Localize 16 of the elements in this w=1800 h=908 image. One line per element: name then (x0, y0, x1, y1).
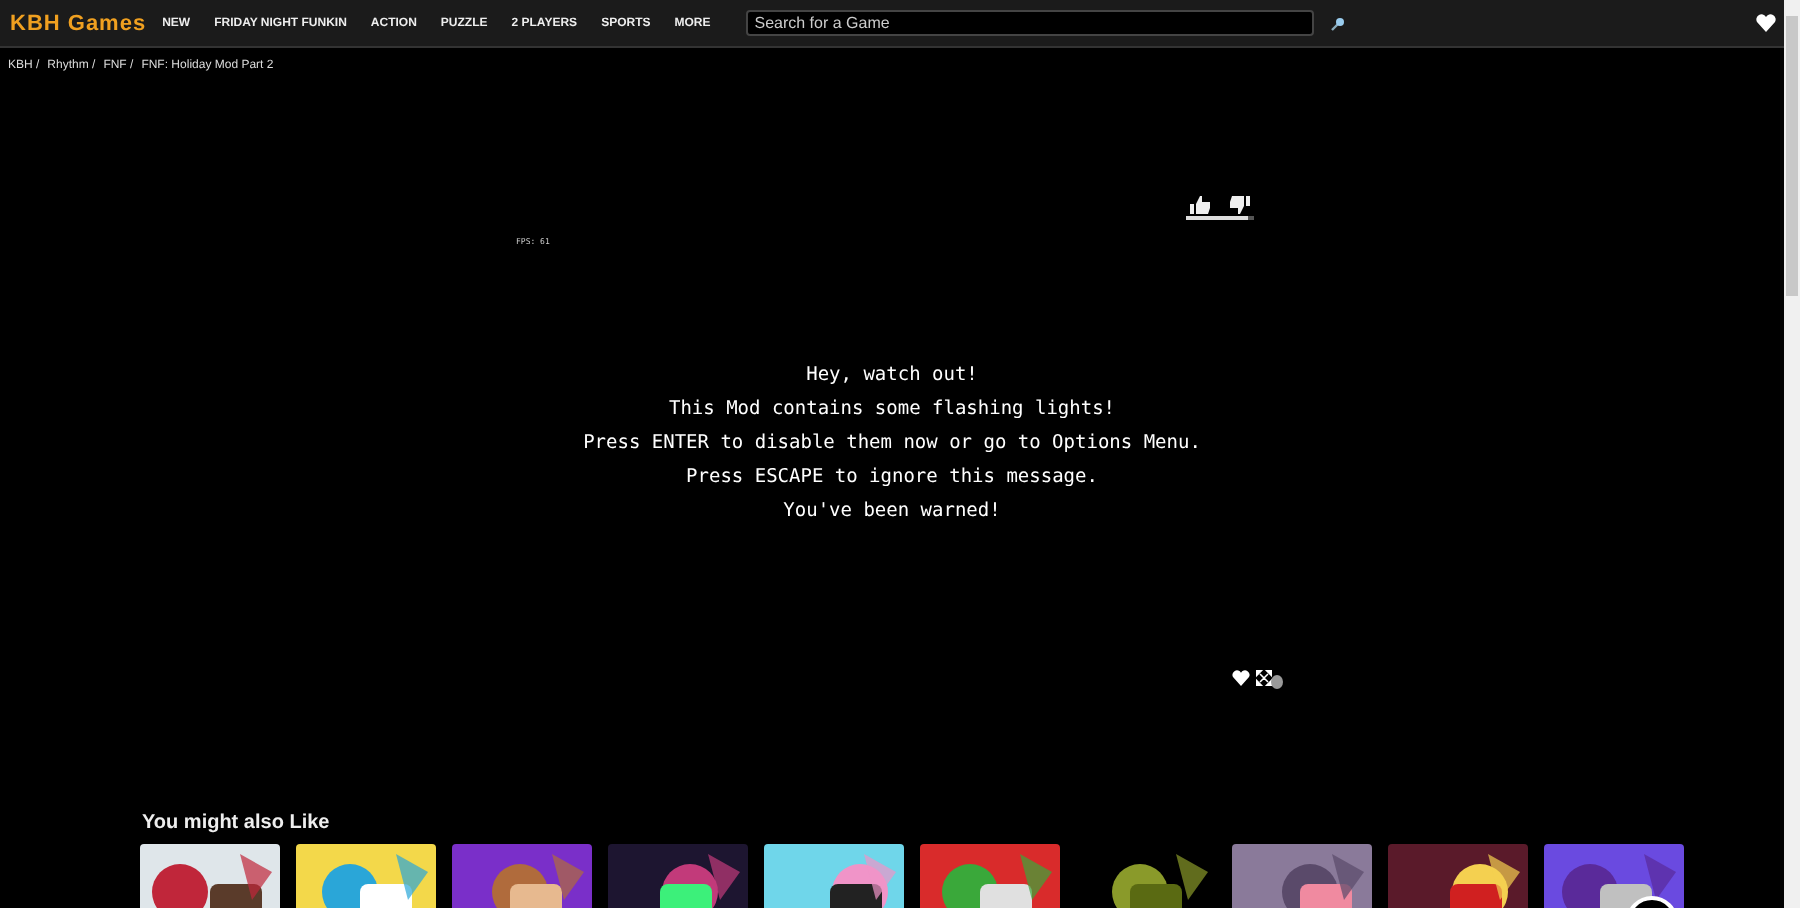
warning-text: Press ENTER to disable them now or go to Options Menu. (583, 432, 1201, 454)
section-title: You might also Like (142, 812, 332, 834)
fullscreen-icon[interactable] (1256, 669, 1272, 685)
warning-text: Press ESCAPE to ignore this message. (686, 466, 1098, 488)
search-field[interactable]: Search for a Game (746, 10, 1315, 36)
site-logo[interactable]: KBH Games (10, 11, 147, 35)
heart-icon[interactable] (1756, 14, 1776, 32)
thumbs-up-icon[interactable] (1190, 196, 1210, 214)
cursor-icon (1270, 672, 1284, 690)
scrollbar[interactable] (1784, 0, 1800, 908)
warning-text: This Mod contains some flashing lights! (668, 398, 1116, 420)
warning-text: Hey, watch out! (806, 364, 978, 386)
heart-icon[interactable] (1232, 669, 1250, 685)
warning-text: You've been warned! (783, 500, 1001, 522)
search-icon[interactable] (1330, 15, 1347, 31)
thumbs-down-icon[interactable] (1230, 196, 1250, 214)
